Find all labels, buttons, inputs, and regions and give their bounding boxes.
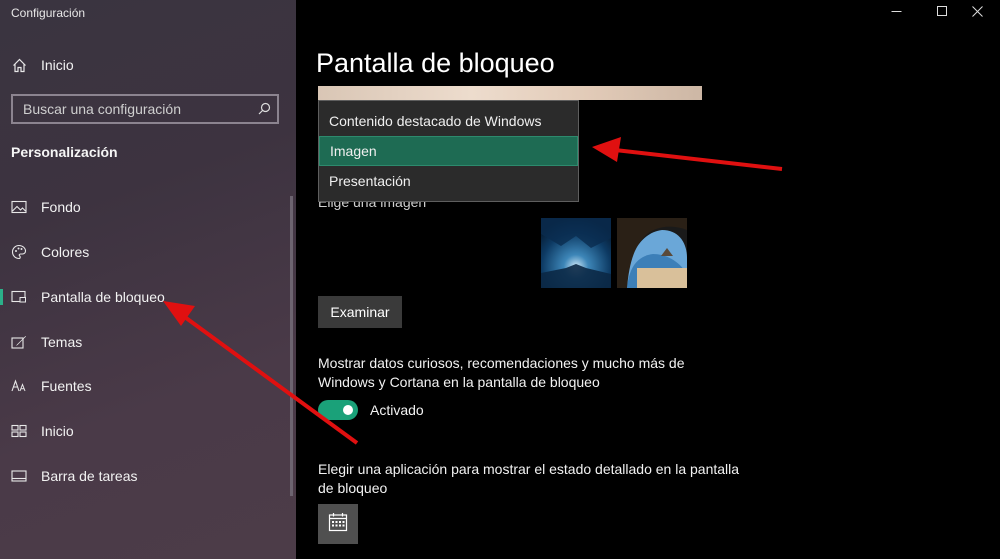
page-title: Pantalla de bloqueo xyxy=(316,48,555,78)
sidebar-item-colores[interactable]: Colores xyxy=(0,232,290,272)
sidebar-item-label: Inicio xyxy=(41,57,74,73)
detailed-status-description: Elegir una aplicación para mostrar el es… xyxy=(318,461,740,496)
app-title: Configuración xyxy=(11,6,86,20)
arrow-to-image-option xyxy=(592,137,783,171)
brush-icon xyxy=(11,334,27,350)
calendar-icon xyxy=(328,512,348,537)
sidebar-item-home[interactable]: Inicio xyxy=(0,45,290,85)
toggle-knob xyxy=(343,405,353,415)
choose-app-button[interactable] xyxy=(318,504,358,544)
sidebar-item-label: Fondo xyxy=(41,199,81,215)
search-icon[interactable] xyxy=(258,102,271,120)
minimize-icon xyxy=(891,4,902,20)
close-button[interactable] xyxy=(954,0,1000,24)
sidebar-item-label: Barra de tareas xyxy=(41,468,138,484)
font-icon xyxy=(11,378,27,394)
sidebar-item-label: Colores xyxy=(41,244,90,260)
sidebar-item-lock-screen[interactable]: Pantalla de bloqueo xyxy=(0,277,290,317)
sidebar-item-start[interactable]: Inicio xyxy=(0,411,290,451)
sidebar-item-temas[interactable]: Temas xyxy=(0,322,290,362)
lock-screen-icon xyxy=(11,289,27,305)
sidebar-item-taskbar[interactable]: Barra de tareas xyxy=(0,456,290,496)
fun-facts-description: Mostrar datos curiosos, recomendaciones … xyxy=(318,355,685,390)
palette-icon xyxy=(11,244,27,260)
sidebar-item-fuentes[interactable]: Fuentes xyxy=(0,366,290,406)
toggle-state-label: Activado xyxy=(370,402,424,418)
section-title: Personalización xyxy=(11,144,118,160)
search-box xyxy=(11,94,279,124)
dropdown-option-slideshow[interactable]: Presentación xyxy=(319,166,578,196)
close-icon xyxy=(971,4,983,20)
dropdown-option-spotlight[interactable]: Contenido destacado de Windows xyxy=(319,106,578,136)
fun-facts-toggle[interactable] xyxy=(318,400,358,420)
image-icon xyxy=(11,199,27,215)
browse-button[interactable]: Examinar xyxy=(318,296,402,328)
sidebar-item-fondo[interactable]: Fondo xyxy=(0,187,290,227)
image-thumbnail[interactable] xyxy=(541,218,611,288)
home-icon xyxy=(11,57,27,73)
minimize-button[interactable] xyxy=(873,0,919,24)
image-thumbnail[interactable] xyxy=(617,218,687,288)
search-input[interactable] xyxy=(13,101,253,117)
sidebar-item-label: Inicio xyxy=(41,423,74,439)
maximize-icon xyxy=(936,4,948,20)
start-icon xyxy=(11,423,27,439)
sidebar-item-label: Temas xyxy=(41,334,83,350)
sidebar-scrollbar[interactable] xyxy=(290,196,293,496)
sidebar-item-label: Fuentes xyxy=(41,378,92,394)
sidebar: Configuración Inicio Personalización Fon… xyxy=(0,0,296,559)
sidebar-item-label: Pantalla de bloqueo xyxy=(41,289,165,305)
background-dropdown[interactable]: Contenido destacado de Windows Imagen Pr… xyxy=(318,100,579,202)
taskbar-icon xyxy=(11,468,27,484)
dropdown-option-image[interactable]: Imagen xyxy=(319,136,578,166)
lock-screen-preview xyxy=(318,86,702,100)
